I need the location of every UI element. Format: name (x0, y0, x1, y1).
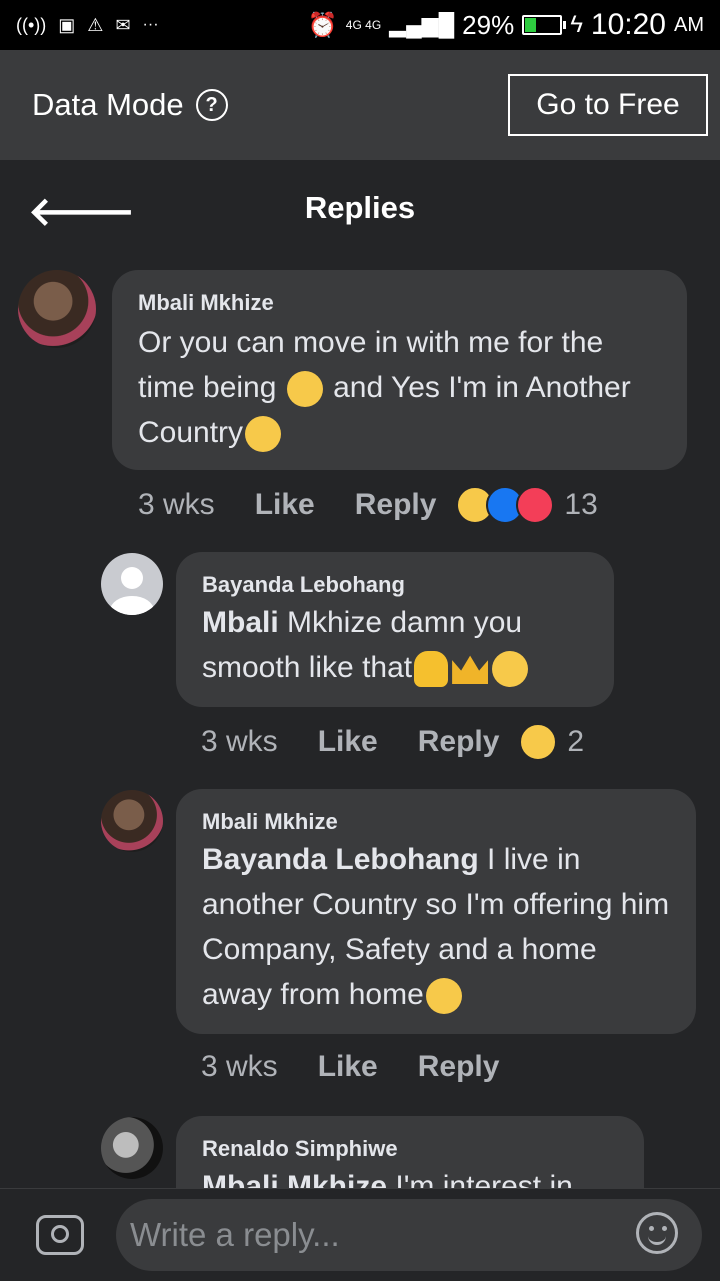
clock-ampm: AM (674, 13, 704, 36)
status-bar: ((•)) ▣ ⚠ ✉ ··· ⏰ 4G 4G ▂▄▆█ 29% ϟ 10:20… (0, 0, 720, 50)
more-notifications-icon: ··· (142, 16, 159, 33)
crown-emoji-icon (452, 655, 489, 685)
comment-text: Or you can move in with me for the time … (138, 320, 661, 455)
page-title: Replies (304, 190, 416, 225)
reaction-count: 13 (564, 488, 598, 521)
reply-button[interactable]: Reply (418, 1050, 500, 1084)
help-icon[interactable]: ? (195, 89, 228, 121)
camera-icon[interactable] (36, 1215, 84, 1255)
clapping-hands-emoji-icon (414, 651, 449, 688)
image-icon: ▣ (58, 14, 76, 35)
avatar[interactable] (18, 270, 96, 348)
like-button[interactable]: Like (318, 725, 378, 759)
reactions-summary[interactable]: 2 (519, 723, 584, 761)
reply-composer: Write a reply... (0, 1188, 720, 1281)
avatar[interactable] (101, 1117, 163, 1179)
reply-button[interactable]: Reply (418, 725, 500, 759)
comment-text: Bayanda Lebohang I live in another Count… (202, 837, 670, 1017)
comment-bubble[interactable]: Mbali Mkhize Bayanda Lebohang I live in … (176, 789, 696, 1034)
avatar[interactable] (101, 790, 163, 852)
warning-icon: ⚠ (87, 14, 104, 35)
comment-bubble[interactable]: Bayanda Lebohang Mbali Mkhize damn you s… (176, 552, 614, 707)
status-icons-left: ((•)) ▣ ⚠ ✉ ··· (0, 15, 159, 36)
alarm-icon: ⏰ (307, 11, 338, 39)
mail-icon: ✉ (115, 14, 131, 35)
status-icons-right: ⏰ 4G 4G ▂▄▆█ 29% ϟ 10:20 AM (308, 8, 720, 42)
reply-button[interactable]: Reply (355, 488, 437, 522)
comment-bubble[interactable]: Mbali Mkhize Or you can move in with me … (112, 270, 687, 470)
replies-header: 🡐 Replies (0, 160, 720, 256)
comment-time: 3 wks (201, 725, 278, 758)
comment-time: 3 wks (138, 488, 215, 521)
comment-time: 3 wks (201, 1050, 278, 1083)
avatar[interactable] (101, 553, 163, 615)
like-button[interactable]: Like (255, 488, 315, 522)
love-reaction-icon (516, 486, 555, 524)
network-label: 4G 4G (345, 18, 382, 32)
reaction-count: 2 (567, 725, 585, 758)
haha-reaction-icon (519, 723, 558, 761)
battery-percent: 29% (462, 9, 515, 40)
smiling-face-emoji-icon (286, 371, 323, 408)
reply-input[interactable]: Write a reply... (116, 1199, 702, 1271)
mention-link[interactable]: Bayanda Lebohang (202, 843, 479, 876)
charging-icon: ϟ (570, 11, 583, 38)
comment-actions: 3 wks Like Reply 2 (201, 723, 584, 761)
mention-link[interactable]: Mbali (202, 606, 279, 639)
go-to-free-button[interactable]: Go to Free (508, 74, 708, 136)
comment-actions: 3 wks Like Reply (201, 1050, 499, 1084)
comment-author[interactable]: Bayanda Lebohang (202, 572, 588, 598)
comment-author[interactable]: Renaldo Simphiwe (202, 1136, 618, 1162)
battery-icon (522, 15, 567, 35)
signal-icon: ▂▄▆█ (389, 12, 455, 37)
data-mode-bar: Data Mode ? Go to Free (0, 50, 720, 160)
kissing-face-emoji-icon (245, 416, 282, 453)
hotspot-icon: ((•)) (16, 14, 47, 35)
comment-author[interactable]: Mbali Mkhize (202, 809, 670, 835)
comment-text: Mbali Mkhize damn you smooth like that (202, 600, 588, 690)
comment-author[interactable]: Mbali Mkhize (138, 290, 661, 316)
smiling-face-emoji-icon (425, 978, 462, 1015)
like-button[interactable]: Like (318, 1050, 378, 1084)
clock-time: 10:20 (590, 8, 666, 41)
laughing-face-emoji-icon (492, 651, 529, 688)
data-mode-label: Data Mode (32, 87, 184, 122)
reactions-summary[interactable]: 13 (456, 486, 598, 524)
comment-actions: 3 wks Like Reply 13 (138, 486, 598, 524)
emoji-picker-icon[interactable] (636, 1212, 678, 1254)
